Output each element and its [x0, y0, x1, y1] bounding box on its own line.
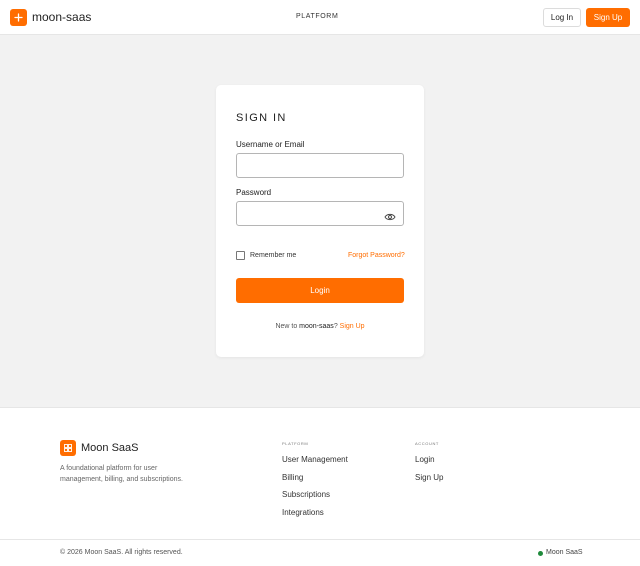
signup-prompt-brand: moon-saas: [299, 323, 334, 330]
login-button[interactable]: Login: [236, 278, 404, 303]
footer-link-login[interactable]: Login: [415, 455, 435, 464]
footer-link-user-management[interactable]: User Management: [282, 455, 348, 464]
username-label: Username or Email: [236, 140, 305, 149]
signup-link[interactable]: Sign Up: [340, 323, 365, 330]
signin-title: SIGN IN: [236, 112, 287, 124]
footer-link-subscriptions[interactable]: Subscriptions: [282, 490, 330, 499]
plus-icon[interactable]: [10, 9, 27, 26]
remember-label[interactable]: Remember me: [250, 252, 296, 259]
password-input[interactable]: [236, 201, 404, 226]
site-footer: Moon SaaS A foundational platform for us…: [0, 407, 640, 566]
signup-prompt: New to moon-saas? Sign Up: [216, 323, 424, 330]
brand-name[interactable]: moon-saas: [32, 10, 91, 24]
footer-divider: [0, 539, 640, 540]
username-input[interactable]: [236, 153, 404, 178]
grid-icon: [60, 440, 76, 456]
footer-link-billing[interactable]: Billing: [282, 473, 303, 482]
footer-platform-heading: PLATFORM: [282, 441, 309, 446]
footer-description: A foundational platform for user managem…: [60, 465, 183, 483]
header-signup-button[interactable]: Sign Up: [586, 8, 630, 27]
status-dot-icon: [538, 551, 543, 556]
remember-checkbox[interactable]: [236, 251, 245, 260]
footer-link-signup[interactable]: Sign Up: [415, 473, 443, 482]
status-text: Moon SaaS: [546, 549, 583, 556]
footer-link-integrations[interactable]: Integrations: [282, 508, 324, 517]
footer-brand: Moon SaaS: [81, 442, 139, 454]
eye-icon[interactable]: [384, 209, 396, 221]
footer-account-heading: ACCOUNT: [415, 441, 439, 446]
header-login-button[interactable]: Log In: [543, 8, 581, 27]
copyright-text: © 2026 Moon SaaS. All rights reserved.: [60, 549, 183, 556]
top-header: moon-saas PLATFORM Log In Sign Up: [0, 0, 640, 35]
signup-prompt-prefix: New to: [275, 323, 300, 330]
signin-card: SIGN IN Username or Email Password Remem…: [216, 85, 424, 357]
password-label: Password: [236, 188, 272, 197]
nav-platform[interactable]: PLATFORM: [296, 13, 338, 20]
forgot-password-link[interactable]: Forgot Password?: [348, 252, 405, 259]
